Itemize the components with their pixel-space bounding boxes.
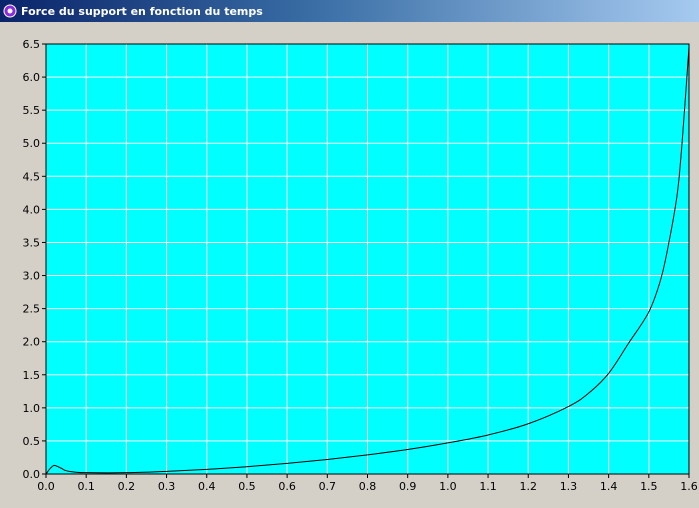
x-tick-label: 0.0 xyxy=(37,480,55,493)
title-bar[interactable]: Force du support en fonction du temps xyxy=(0,0,699,22)
y-tick-label: 6.5 xyxy=(23,38,41,51)
x-tick-label: 0.8 xyxy=(359,480,377,493)
x-tick-label: 1.2 xyxy=(520,480,538,493)
y-tick-label: 3.5 xyxy=(23,236,41,249)
x-tick-label: 1.5 xyxy=(640,480,658,493)
x-tick-label: 0.3 xyxy=(158,480,176,493)
y-tick-label: 0.0 xyxy=(23,468,41,481)
x-tick-label: 0.7 xyxy=(319,480,337,493)
app-icon[interactable] xyxy=(3,4,17,18)
x-tick-label: 0.6 xyxy=(278,480,296,493)
force-chart: 0.0 0.1 0.2 0.3 0.4 0.5 0.6 0.7 0.8 0.9 1.0 1.1 1.2 1… xyxy=(23,38,698,493)
x-tick-label: 0.4 xyxy=(198,480,216,493)
y-tick-label: 5.0 xyxy=(23,137,41,150)
chart-container: 0.0 0.1 0.2 0.3 0.4 0.5 0.6 0.7 0.8 0.9 1.0 1.1 1.2 1… xyxy=(0,22,699,504)
y-tick-label: 1.5 xyxy=(23,369,41,382)
y-tick-label: 2.0 xyxy=(23,336,41,349)
y-tick-label: 4.0 xyxy=(23,203,41,216)
x-tick-label: 1.6 xyxy=(680,480,698,493)
x-tick-label: 1.4 xyxy=(600,480,618,493)
y-tick-label: 3.0 xyxy=(23,270,41,283)
x-tick-label: 0.1 xyxy=(77,480,95,493)
y-tick-label: 5.5 xyxy=(23,104,41,117)
y-tick-label: 4.5 xyxy=(23,170,41,183)
x-tick-label: 0.5 xyxy=(238,480,256,493)
x-tick-label: 1.3 xyxy=(560,480,578,493)
window-title: Force du support en fonction du temps xyxy=(21,4,263,18)
y-tick-label: 6.0 xyxy=(23,71,41,84)
x-tick-label: 1.0 xyxy=(439,480,457,493)
x-tick-label: 0.9 xyxy=(399,480,417,493)
y-tick-label: 1.0 xyxy=(23,402,41,415)
y-tick-label: 2.5 xyxy=(23,303,41,316)
y-tick-label: 0.5 xyxy=(23,435,41,448)
x-tick-label: 0.2 xyxy=(118,480,136,493)
x-tick-label: 1.1 xyxy=(479,480,497,493)
